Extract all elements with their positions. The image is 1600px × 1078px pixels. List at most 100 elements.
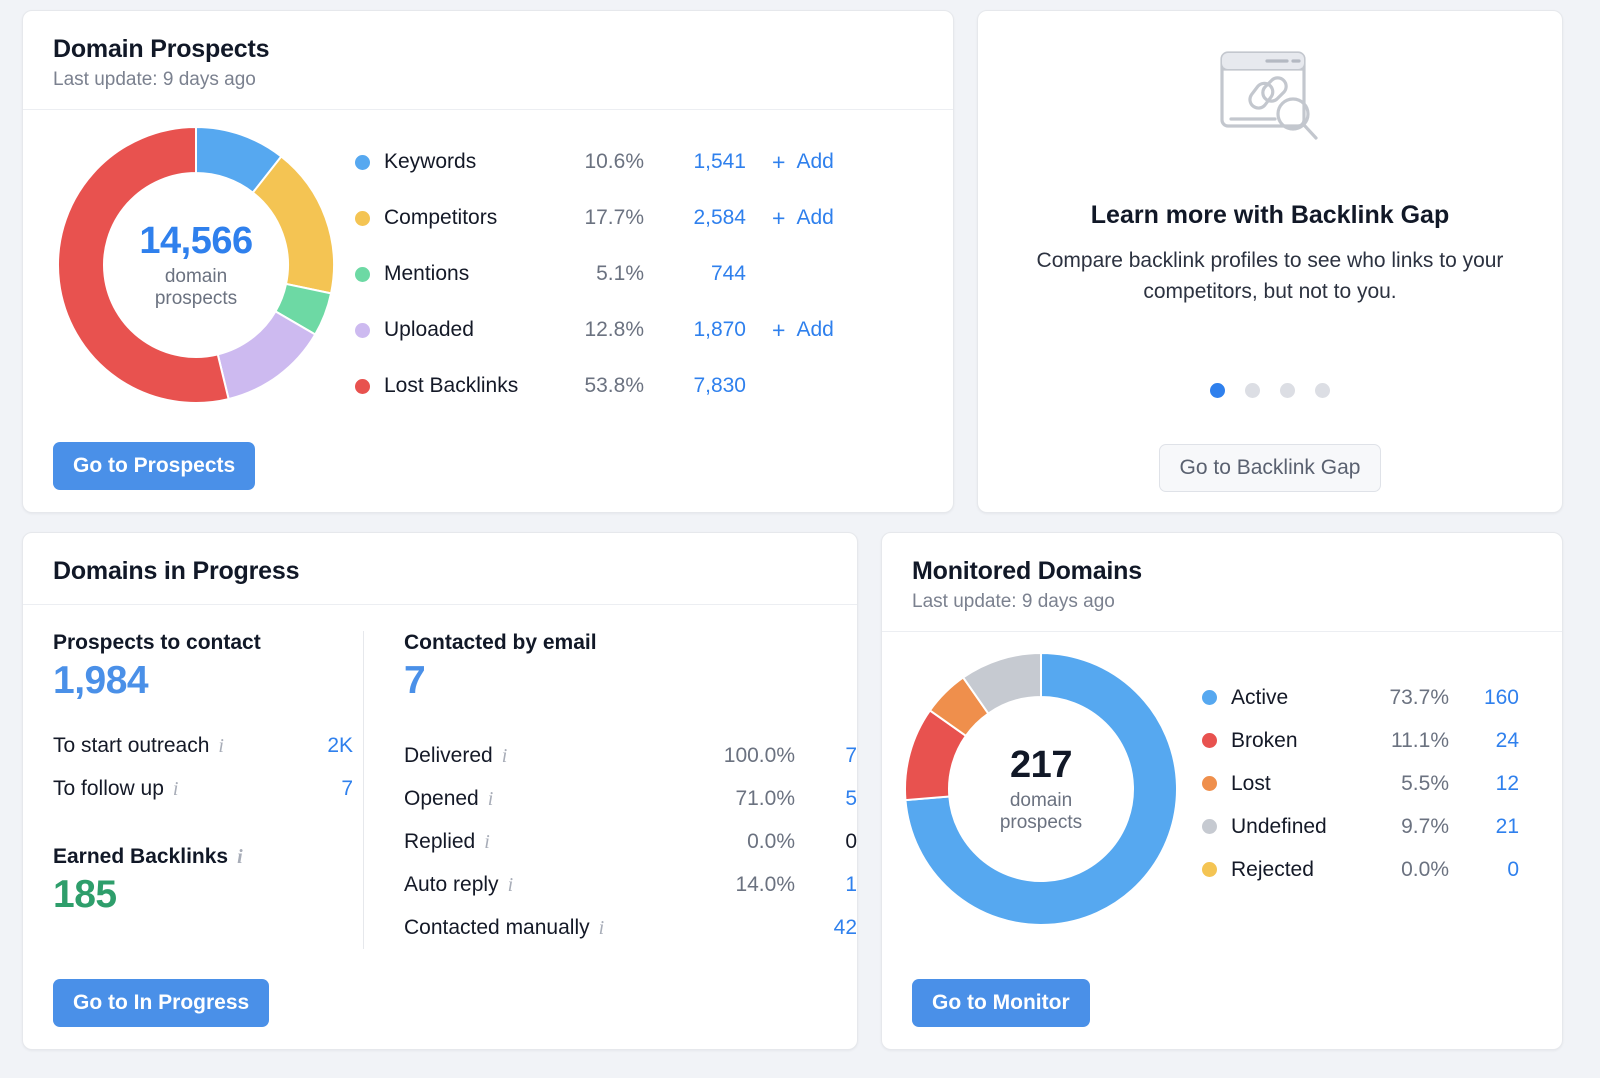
plus-icon: + bbox=[772, 319, 785, 342]
stat-row-percent: 14.0% bbox=[735, 873, 795, 897]
promo-title: Learn more with Backlink Gap bbox=[1091, 201, 1449, 230]
legend-value[interactable]: 744 bbox=[656, 262, 746, 286]
info-icon[interactable]: i bbox=[173, 779, 179, 799]
info-icon[interactable]: i bbox=[502, 746, 508, 766]
stat-row-label: Contacted manually bbox=[404, 916, 590, 940]
plus-icon: + bbox=[772, 207, 785, 230]
domains-in-progress-card: Domains in Progress Prospects to contact… bbox=[22, 532, 858, 1050]
carousel-dot-4[interactable] bbox=[1315, 383, 1330, 398]
stat-row-percent: 0.0% bbox=[747, 830, 795, 854]
stat-row-value[interactable]: 7 bbox=[313, 777, 353, 801]
info-icon[interactable]: i bbox=[508, 875, 514, 895]
monitored-donut-wrap: 217 domain prospects bbox=[900, 648, 1190, 938]
email-stats-list: Deliveredi100.0%7Openedi71.0%5Repliedi0.… bbox=[404, 734, 857, 949]
info-icon[interactable]: i bbox=[484, 832, 490, 852]
legend-label: Mentions bbox=[384, 262, 560, 286]
legend-value[interactable]: 1,870 bbox=[656, 318, 746, 342]
legend-value[interactable]: 12 bbox=[1463, 772, 1519, 796]
stat-row-value[interactable]: 7 bbox=[817, 744, 857, 768]
info-icon[interactable]: i bbox=[599, 918, 605, 938]
legend-label: Competitors bbox=[384, 206, 560, 230]
legend-color-dot bbox=[355, 323, 370, 338]
legend-value[interactable]: 1,541 bbox=[656, 150, 746, 174]
prospects-donut-wrap: 14,566 domain prospects bbox=[55, 124, 355, 414]
go-to-monitor-button[interactable]: Go to Monitor bbox=[912, 979, 1090, 1027]
plus-icon: + bbox=[772, 151, 785, 174]
legend-percent: 5.5% bbox=[1365, 772, 1449, 796]
info-icon[interactable]: i bbox=[488, 789, 494, 809]
backlink-gap-promo-card: Learn more with Backlink Gap Compare bac… bbox=[977, 10, 1563, 513]
stat-row-label: Opened bbox=[404, 787, 479, 811]
legend-row: Undefined9.7%21 bbox=[1202, 805, 1562, 848]
legend-row: Active73.7%160 bbox=[1202, 676, 1562, 719]
legend-color-dot bbox=[355, 155, 370, 170]
legend-value[interactable]: 2,584 bbox=[656, 206, 746, 230]
legend-percent: 12.8% bbox=[560, 318, 644, 342]
stat-row-label: To start outreach bbox=[53, 734, 209, 758]
stat-row-name: To start outreach i bbox=[53, 734, 224, 758]
add-label: Add bbox=[796, 206, 833, 230]
legend-value[interactable]: 0 bbox=[1463, 858, 1519, 882]
donut-slice-competitors[interactable] bbox=[253, 156, 334, 293]
go-to-in-progress-button[interactable]: Go to In Progress bbox=[53, 979, 269, 1027]
monitored-legend: Active73.7%160Broken11.1%24Lost5.5%12Und… bbox=[1202, 676, 1562, 938]
info-icon[interactable]: i bbox=[218, 736, 224, 756]
contacted-by-email-label: Contacted by email bbox=[404, 631, 857, 655]
legend-color-dot bbox=[355, 379, 370, 394]
legend-row: Lost Backlinks53.8%7,830 bbox=[355, 358, 953, 414]
in-progress-title: Domains in Progress bbox=[53, 557, 827, 586]
monitored-donut-chart bbox=[900, 648, 1182, 930]
stat-row: Repliedi0.0%0 bbox=[404, 820, 857, 863]
add-link[interactable]: + Add bbox=[772, 150, 882, 174]
carousel-dots[interactable] bbox=[1210, 383, 1330, 398]
legend-value[interactable]: 21 bbox=[1463, 815, 1519, 839]
monitored-last-update-text: Last update: 9 days ago bbox=[912, 591, 1532, 613]
monitored-footer: Go to Monitor bbox=[912, 979, 1090, 1027]
legend-color-dot bbox=[1202, 819, 1217, 834]
add-link[interactable]: +Add bbox=[772, 318, 882, 342]
outreach-stats-list: To start outreach i 2K To follow upi 7 bbox=[53, 724, 353, 810]
carousel-dot-3[interactable] bbox=[1280, 383, 1295, 398]
prospects-to-contact-value: 1,984 bbox=[53, 659, 353, 703]
stat-row-value[interactable]: 42 bbox=[817, 916, 857, 940]
stat-row-value[interactable]: 2K bbox=[313, 734, 353, 758]
last-update-text: Last update: 9 days ago bbox=[53, 69, 923, 91]
legend-row: Rejected0.0%0 bbox=[1202, 848, 1562, 891]
stat-row-value[interactable]: 1 bbox=[817, 873, 857, 897]
stat-row-name: To follow upi bbox=[53, 777, 178, 801]
carousel-dot-1[interactable] bbox=[1210, 383, 1225, 398]
legend-value[interactable]: 24 bbox=[1463, 729, 1519, 753]
domain-prospects-body: 14,566 domain prospects Keywords10.6%1,5… bbox=[23, 110, 953, 414]
go-to-backlink-gap-button[interactable]: Go to Backlink Gap bbox=[1159, 444, 1382, 492]
legend-row: Lost5.5%12 bbox=[1202, 762, 1562, 805]
stat-row-name: Auto replyi bbox=[404, 873, 513, 897]
legend-color-dot bbox=[1202, 733, 1217, 748]
carousel-dot-2[interactable] bbox=[1245, 383, 1260, 398]
prospects-to-contact-column: Prospects to contact 1,984 To start outr… bbox=[23, 631, 353, 949]
stat-row-label: Delivered bbox=[404, 744, 493, 768]
prospects-footer: Go to Prospects bbox=[53, 442, 255, 490]
stat-row: Contacted manually i 42 bbox=[404, 906, 857, 949]
add-link[interactable]: + Add bbox=[772, 206, 882, 230]
add-label: Add bbox=[796, 150, 833, 174]
legend-label: Rejected bbox=[1231, 858, 1365, 882]
stat-row-percent: 100.0% bbox=[724, 744, 795, 768]
legend-percent: 9.7% bbox=[1365, 815, 1449, 839]
bottom-row: Domains in Progress Prospects to contact… bbox=[22, 532, 1578, 1050]
go-to-prospects-button[interactable]: Go to Prospects bbox=[53, 442, 255, 490]
legend-color-dot bbox=[1202, 776, 1217, 791]
legend-value[interactable]: 160 bbox=[1463, 686, 1519, 710]
stat-row-value[interactable]: 5 bbox=[817, 787, 857, 811]
domains-in-progress-header: Domains in Progress bbox=[23, 533, 857, 605]
stat-row: Delivered i 100.0% 7 bbox=[404, 734, 857, 777]
legend-color-dot bbox=[355, 211, 370, 226]
stat-row: To follow upi 7 bbox=[53, 767, 353, 810]
legend-row: Keywords10.6%1,541+Add bbox=[355, 134, 953, 190]
stat-row-value[interactable]: 0 bbox=[817, 830, 857, 854]
legend-label: Keywords bbox=[384, 150, 560, 174]
monitored-title: Monitored Domains bbox=[912, 557, 1532, 586]
info-icon[interactable]: i bbox=[237, 847, 243, 867]
domain-prospects-card: Domain Prospects Last update: 9 days ago… bbox=[22, 10, 954, 513]
legend-value[interactable]: 7,830 bbox=[656, 374, 746, 398]
contacted-by-email-value: 7 bbox=[404, 659, 857, 703]
